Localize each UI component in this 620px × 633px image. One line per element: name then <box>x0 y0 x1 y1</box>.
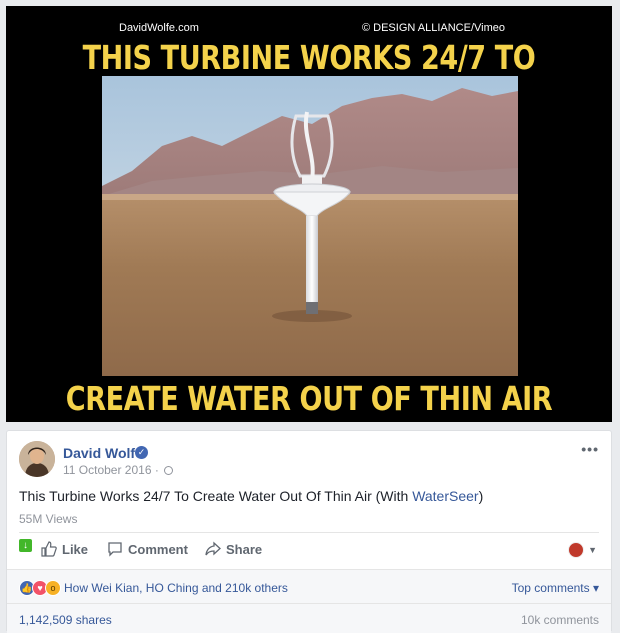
more-options-icon[interactable]: ••• <box>581 441 599 457</box>
video-headline-top: THIS TURBINE WORKS 24/7 TO <box>82 38 536 77</box>
comment-button[interactable]: Comment <box>107 541 188 557</box>
save-download-icon[interactable]: ↓ <box>19 539 32 552</box>
comment-icon <box>108 542 122 557</box>
waterseer-link[interactable]: WaterSeer <box>412 488 478 504</box>
shares-count-link[interactable]: 1,142,509 shares <box>19 613 112 627</box>
watermark-left: DavidWolfe.com <box>119 22 199 34</box>
post-text-body: This Turbine Works 24/7 To Create Water … <box>19 488 413 504</box>
divider <box>19 532 599 533</box>
wow-reaction-icon: o <box>45 580 61 596</box>
like-label: Like <box>62 541 89 557</box>
post-meta: 11 October 2016 · <box>63 463 174 477</box>
video-headline-bottom: CREATE WATER OUT OF THIN AIR <box>65 379 553 418</box>
thumbs-up-icon <box>41 541 57 557</box>
view-count: 55M Views <box>19 512 78 526</box>
post-date[interactable]: 11 October 2016 · <box>63 463 159 477</box>
post-text: This Turbine Works 24/7 To Create Water … <box>19 488 483 504</box>
video-player[interactable]: DavidWolfe.com © DESIGN ALLIANCE/Vimeo T… <box>6 6 612 422</box>
globe-icon <box>164 466 174 475</box>
comments-count[interactable]: 10k comments <box>521 613 599 627</box>
chevron-down-icon: ▼ <box>588 545 597 555</box>
viewer-avatar <box>568 542 585 558</box>
post-text-suffix: ) <box>478 488 484 504</box>
share-button[interactable]: Share <box>205 541 262 557</box>
video-frame-image <box>102 76 518 376</box>
share-comment-counts: 1,142,509 shares 10k comments <box>7 603 611 633</box>
reactions-bar: 👍 ♥ o How Wei Kian, HO Ching and 210k ot… <box>7 569 611 604</box>
author-avatar[interactable] <box>19 441 55 477</box>
post-as-selector[interactable]: ▼ <box>568 542 597 558</box>
share-icon <box>205 541 221 556</box>
like-button[interactable]: Like <box>41 541 88 557</box>
author-name-link[interactable]: David Wolfe <box>63 445 143 461</box>
top-comments-dropdown[interactable]: Top comments ▾ <box>512 581 599 595</box>
share-label: Share <box>226 541 263 557</box>
action-bar: ↓ Like Comment Share ▼ <box>19 539 599 561</box>
reaction-icons[interactable]: 👍 ♥ o <box>19 580 61 596</box>
reactions-summary-link[interactable]: How Wei Kian, HO Ching and 210k others <box>64 581 288 595</box>
watermark-right: © DESIGN ALLIANCE/Vimeo <box>361 22 505 34</box>
comment-label: Comment <box>128 541 188 557</box>
verified-badge-icon: ✓ <box>135 446 148 459</box>
post-card: David Wolfe ✓ 11 October 2016 · ••• This… <box>6 430 612 633</box>
